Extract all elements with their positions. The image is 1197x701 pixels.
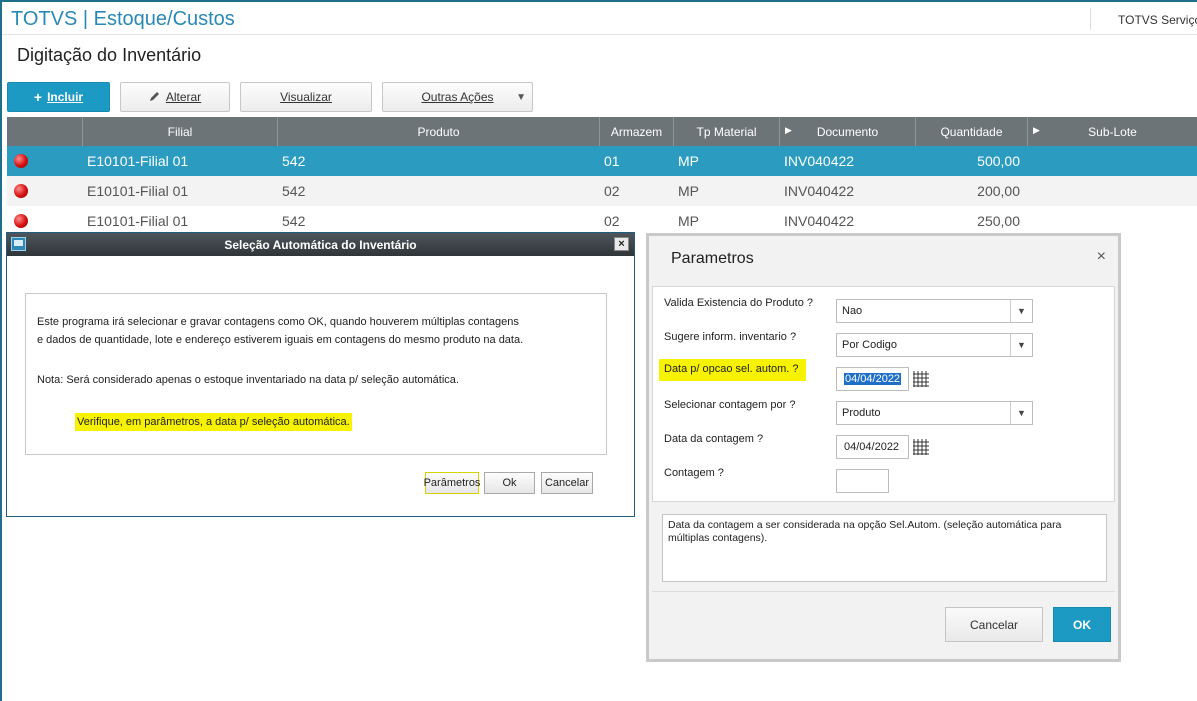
armazem-cell: 01	[604, 153, 620, 169]
col-documento-label: Documento	[816, 124, 879, 139]
visualizar-label: Visualizar	[280, 90, 332, 104]
inventory-grid: Filial Produto Armazem Tp Material ▶ Doc…	[7, 117, 1197, 236]
data-contagem-value: 04/04/2022	[844, 441, 900, 453]
close-icon[interactable]: ×	[1097, 248, 1106, 266]
highlighted-message: Verifique, em parâmetros, a data p/ sele…	[75, 413, 352, 431]
table-row[interactable]: E10101-Filial 01 542 02 MP INV040422 200…	[7, 176, 1197, 206]
red-status-icon	[14, 214, 28, 228]
quantidade-cell: 500,00	[977, 153, 1020, 169]
message-line: Este programa irá selecionar e gravar co…	[37, 316, 519, 328]
produto-cell: 542	[282, 153, 306, 169]
sub-lote-cell	[1028, 206, 1197, 236]
red-status-icon	[14, 184, 28, 198]
status-cell	[7, 146, 83, 176]
sugere-select[interactable]: Por Codigo ▼	[836, 333, 1033, 357]
contagem-input[interactable]	[836, 469, 889, 493]
pencil-icon	[149, 89, 161, 105]
tp-material-cell: MP	[678, 213, 699, 229]
chevron-down-icon[interactable]: ▼	[1010, 300, 1032, 322]
col-produto[interactable]: Produto	[278, 117, 600, 146]
message-line: e dados de quantidade, lote e endereço e…	[37, 334, 524, 346]
documento-cell: INV040422	[784, 183, 855, 199]
visualizar-button[interactable]: Visualizar	[240, 82, 372, 112]
parametros-dialog: Parametros × Valida Existencia do Produt…	[646, 233, 1121, 662]
window-icon	[11, 237, 26, 251]
selecionar-label: Selecionar contagem por ?	[664, 399, 796, 411]
selecionar-select[interactable]: Produto ▼	[836, 401, 1033, 425]
red-status-icon	[14, 154, 28, 168]
alterar-label: Alterar	[165, 90, 202, 104]
app-title: TOTVS | Estoque/Custos	[11, 8, 235, 30]
sugere-label: Sugere inform. inventario ?	[664, 331, 797, 343]
col-filial[interactable]: Filial	[83, 117, 278, 146]
armazem-cell: 02	[604, 183, 620, 199]
produto-cell: 542	[282, 183, 306, 199]
col-tp-material[interactable]: Tp Material	[674, 117, 780, 146]
top-bar: TOTVS | Estoque/Custos TOTVS Serviços	[2, 2, 1197, 35]
sugere-value: Por Codigo	[842, 339, 898, 351]
tp-material-cell: MP	[678, 153, 699, 169]
cancelar-button[interactable]: Cancelar	[945, 607, 1043, 642]
chevron-down-icon[interactable]: ▼	[1010, 334, 1032, 356]
data-contagem-field[interactable]: 04/04/2022	[836, 435, 909, 459]
dialog-titlebar: Seleção Automática do Inventário ×	[7, 233, 634, 256]
page-title: Digitação do Inventário	[17, 45, 202, 65]
filial-cell: E10101-Filial 01	[87, 153, 189, 169]
selecao-automatica-dialog: Seleção Automática do Inventário × Este …	[6, 232, 635, 517]
incluir-label: Incluir	[47, 90, 84, 104]
tp-material-cell: MP	[678, 183, 699, 199]
valida-label: Valida Existencia do Produto ?	[664, 297, 813, 309]
documento-cell: INV040422	[784, 213, 855, 229]
data-sel-field[interactable]: 04/04/2022	[836, 367, 909, 391]
dialog-title: Seleção Automática do Inventário	[224, 237, 417, 252]
selecionar-value: Produto	[842, 407, 881, 419]
quantidade-cell: 200,00	[977, 183, 1020, 199]
quantidade-cell: 250,00	[977, 213, 1020, 229]
contagem-label: Contagem ?	[664, 467, 724, 479]
help-text: Data da contagem a ser considerada na op…	[662, 514, 1107, 582]
chevron-down-icon[interactable]: ▼	[1010, 402, 1032, 424]
expand-arrow-icon: ▶	[785, 125, 792, 135]
parameters-panel: Valida Existencia do Produto ? Nao ▼ Sug…	[652, 286, 1115, 502]
dialog-title: Parametros	[671, 250, 754, 267]
sub-lote-cell	[1028, 176, 1197, 206]
sub-lote-cell	[1028, 146, 1197, 176]
cancelar-button[interactable]: Cancelar	[541, 472, 593, 494]
data-sel-value: 04/04/2022	[844, 373, 902, 385]
table-row[interactable]: E10101-Filial 01 542 01 MP INV040422 500…	[7, 146, 1197, 176]
col-status[interactable]	[7, 117, 83, 146]
parametros-button[interactable]: Parâmetros	[424, 472, 480, 494]
incluir-button[interactable]: + Incluir	[7, 82, 110, 112]
alterar-button[interactable]: Alterar	[120, 82, 230, 112]
divider	[652, 591, 1115, 592]
ok-button[interactable]: OK	[1053, 607, 1111, 642]
col-sub-lote-label: Sub-Lote	[1088, 124, 1137, 139]
col-quantidade[interactable]: Quantidade	[916, 117, 1028, 146]
outras-acoes-button[interactable]: Outras Ações ▼	[382, 82, 533, 112]
status-cell	[7, 176, 83, 206]
col-sub-lote[interactable]: ▶ Sub-Lote	[1028, 117, 1197, 146]
calendar-icon[interactable]	[913, 371, 929, 387]
valida-select[interactable]: Nao ▼	[836, 299, 1033, 323]
divider	[1090, 8, 1091, 30]
valida-value: Nao	[842, 305, 863, 317]
col-armazem[interactable]: Armazem	[600, 117, 674, 146]
col-documento[interactable]: ▶ Documento	[780, 117, 916, 146]
outras-acoes-label: Outras Ações	[421, 90, 494, 104]
plus-icon: +	[33, 89, 43, 105]
close-icon[interactable]: ×	[614, 237, 629, 251]
company-name[interactable]: TOTVS Serviços	[1118, 13, 1197, 27]
message-box: Este programa irá selecionar e gravar co…	[25, 293, 607, 455]
filial-cell: E10101-Filial 01	[87, 183, 189, 199]
expand-arrow-icon: ▶	[1033, 125, 1040, 135]
grid-header: Filial Produto Armazem Tp Material ▶ Doc…	[7, 117, 1197, 146]
calendar-icon[interactable]	[913, 439, 929, 455]
data-contagem-label: Data da contagem ?	[664, 433, 764, 445]
data-sel-label: Data p/ opcao sel. autom. ?	[659, 359, 806, 381]
message-note: Nota: Será considerado apenas o estoque …	[37, 374, 459, 386]
documento-cell: INV040422	[784, 153, 855, 169]
chevron-down-icon: ▼	[516, 92, 526, 103]
ok-button[interactable]: Ok	[484, 472, 535, 494]
